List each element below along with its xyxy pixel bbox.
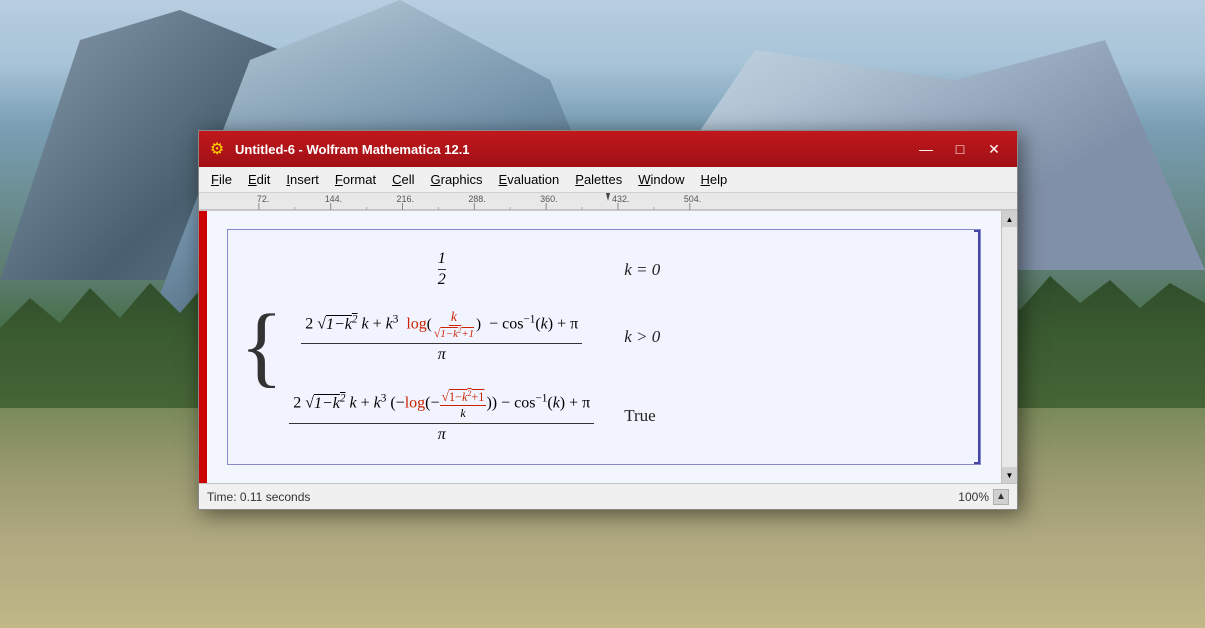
menu-edit[interactable]: Edit <box>240 169 278 190</box>
menu-evaluation[interactable]: Evaluation <box>491 169 568 190</box>
ruler: 72. 144. 216. 288. 360. 432. 504. <box>199 193 1017 211</box>
scroll-up-button[interactable]: ▲ <box>1002 211 1017 227</box>
minimize-button[interactable]: — <box>911 136 941 162</box>
vertical-scrollbar[interactable]: ▲ ▼ <box>1001 211 1017 483</box>
maximize-button[interactable]: □ <box>945 136 975 162</box>
cell-bracket <box>974 230 980 463</box>
fraction-case2: 2 √1−k2 k + k3 log(k√1−k2+1) − cos−1(k) … <box>301 309 582 364</box>
svg-text:504.: 504. <box>684 194 701 204</box>
close-button[interactable]: ✕ <box>979 136 1009 162</box>
fraction-half: 1 2 <box>438 250 446 289</box>
svg-text:72.: 72. <box>257 194 269 204</box>
title-bar: ⚙ Untitled-6 - Wolfram Mathematica 12.1 … <box>199 131 1017 167</box>
window-controls: — □ ✕ <box>911 136 1009 162</box>
app-icon: ⚙ <box>207 139 227 159</box>
cell-bar-left <box>199 211 207 483</box>
scroll-track[interactable] <box>1002 227 1017 467</box>
notebook-content[interactable]: { 1 2 k = 0 <box>207 211 1001 483</box>
menu-window[interactable]: Window <box>630 169 692 190</box>
fraction-case3: 2 √1−k2 k + k3 (−log(−√1−k2+1k)) − cos−1… <box>289 388 594 443</box>
status-time: Time: 0.11 seconds <box>207 490 958 504</box>
menu-graphics[interactable]: Graphics <box>423 169 491 190</box>
svg-text:288.: 288. <box>468 194 485 204</box>
menu-palettes[interactable]: Palettes <box>567 169 630 190</box>
status-bar: Time: 0.11 seconds 100% ▲ <box>199 483 1017 509</box>
menu-help[interactable]: Help <box>693 169 736 190</box>
menu-file[interactable]: File <box>203 169 240 190</box>
menu-bar: File Edit Insert Format Cell Graphics Ev… <box>199 167 1017 193</box>
mathematica-window: ⚙ Untitled-6 - Wolfram Mathematica 12.1 … <box>198 130 1018 510</box>
menu-format[interactable]: Format <box>327 169 384 190</box>
svg-text:360.: 360. <box>540 194 557 204</box>
svg-text:144.: 144. <box>325 194 342 204</box>
scroll-down-button[interactable]: ▼ <box>1002 467 1017 483</box>
zoom-up-button[interactable]: ▲ <box>993 489 1009 505</box>
math-expression: { 1 2 k = 0 <box>240 242 972 451</box>
svg-text:216.: 216. <box>397 194 414 204</box>
menu-cell[interactable]: Cell <box>384 169 422 190</box>
content-area: { 1 2 k = 0 <box>199 211 1017 483</box>
zoom-area: 100% ▲ <box>958 489 1009 505</box>
svg-text:432.: 432. <box>612 194 629 204</box>
menu-insert[interactable]: Insert <box>278 169 327 190</box>
output-cell: { 1 2 k = 0 <box>227 229 981 464</box>
ruler-svg: 72. 144. 216. 288. 360. 432. 504. <box>199 193 1017 211</box>
zoom-value: 100% <box>958 490 989 504</box>
window-title: Untitled-6 - Wolfram Mathematica 12.1 <box>235 142 911 157</box>
